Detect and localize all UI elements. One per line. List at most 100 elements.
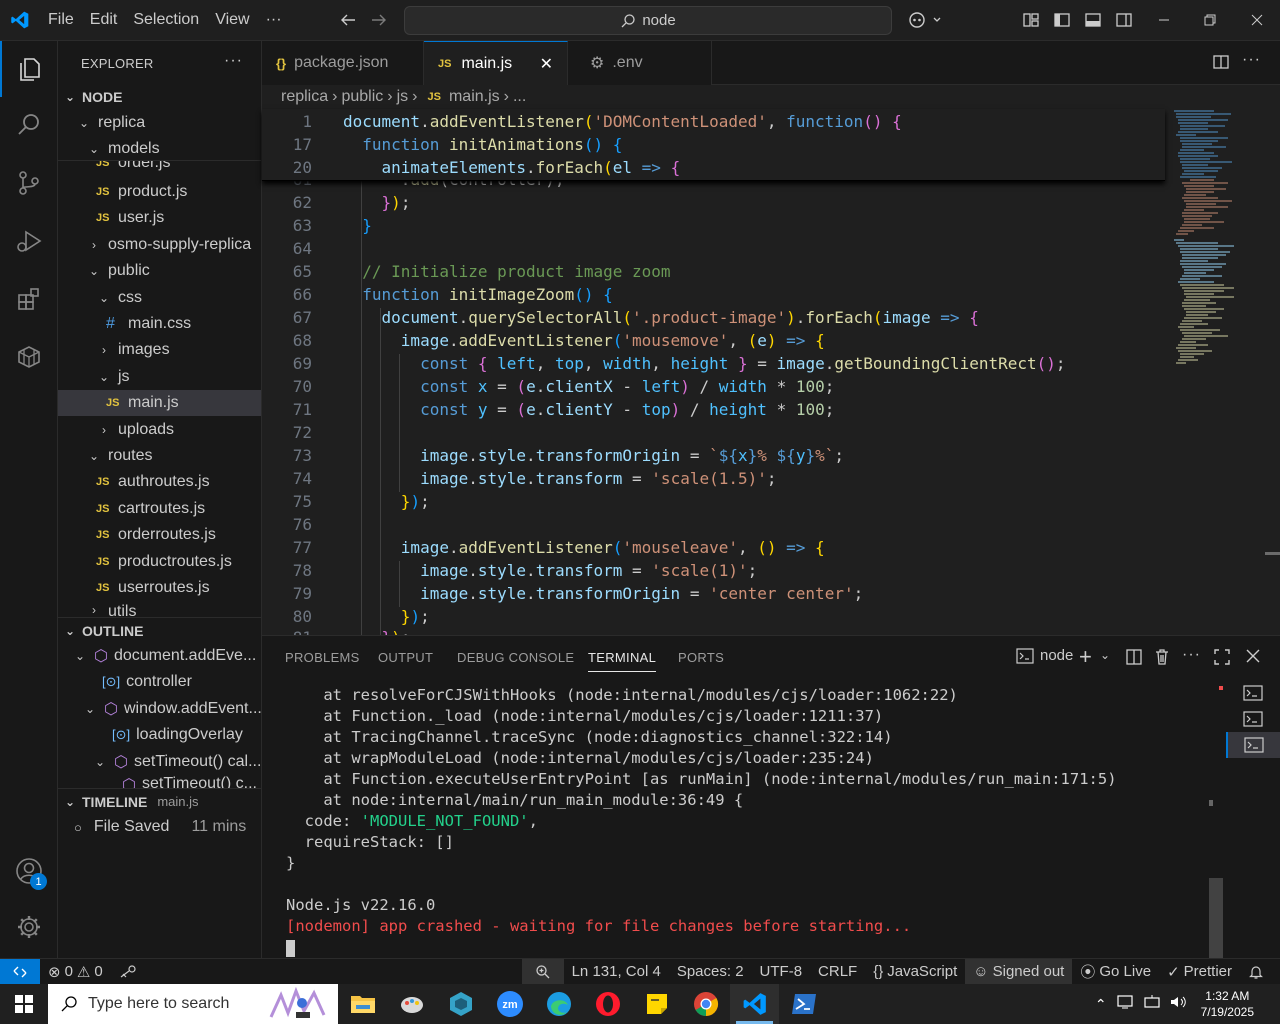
network-icon[interactable] <box>1113 994 1139 1014</box>
search-icon[interactable] <box>0 97 58 153</box>
ports-icon[interactable] <box>111 959 145 985</box>
app-hexagon-icon[interactable] <box>436 984 485 1024</box>
toggle-secondary-sidebar-icon[interactable] <box>1114 10 1134 30</box>
sticky-line[interactable]: function initAnimations() { <box>343 135 622 154</box>
tab-debug-console[interactable]: DEBUG CONSOLE <box>457 650 574 665</box>
indentation[interactable]: Spaces: 2 <box>669 959 752 985</box>
breadcrumb-item[interactable]: replica <box>281 88 328 106</box>
terminal-output[interactable]: at resolveForCJSWithHooks (node:internal… <box>262 684 1212 959</box>
toggle-primary-sidebar-icon[interactable] <box>1052 10 1072 30</box>
settings-gear-icon[interactable] <box>0 899 58 955</box>
zoom-icon[interactable] <box>521 958 564 985</box>
tree-file-authroutes-js[interactable]: JS authroutes.js <box>58 469 261 495</box>
close-panel-icon[interactable] <box>1245 648 1261 668</box>
tab-output[interactable]: OUTPUT <box>378 650 433 665</box>
toggle-panel-icon[interactable] <box>1083 10 1103 30</box>
forward-arrow-icon[interactable] <box>367 8 391 32</box>
remote-explorer-icon[interactable] <box>0 329 58 385</box>
taskbar-search-box[interactable]: Type here to search <box>48 984 338 1024</box>
remote-indicator-icon[interactable] <box>0 958 40 985</box>
tree-file-main-css[interactable]: # main.css <box>58 311 261 337</box>
notification-center-icon[interactable] <box>1264 984 1280 1024</box>
editor-more-icon[interactable]: ··· <box>1242 51 1261 69</box>
back-arrow-icon[interactable] <box>336 8 360 32</box>
maximize-panel-icon[interactable] <box>1213 648 1231 670</box>
minimize-icon[interactable] <box>1150 10 1178 30</box>
tree-folder-models[interactable]: ⌄ models <box>58 137 261 161</box>
tree-file-cartroutes-js[interactable]: JS cartroutes.js <box>58 496 261 522</box>
sticky-line[interactable]: animateElements.forEach(el => { <box>343 158 681 177</box>
outline-header[interactable]: ⌄ OUTLINE <box>58 617 261 643</box>
run-debug-icon[interactable] <box>0 213 58 269</box>
accounts-icon[interactable]: 1 <box>0 843 58 899</box>
tree-folder-css[interactable]: ⌄ css <box>58 285 261 311</box>
wifi-icon[interactable] <box>1139 994 1165 1014</box>
sticky-line[interactable]: document.addEventListener('DOMContentLoa… <box>343 112 902 131</box>
editor-scrollbar[interactable] <box>1265 109 1280 635</box>
outline-item[interactable]: [⊙] controller <box>58 669 261 695</box>
close-tab-icon[interactable]: ✕ <box>540 54 553 74</box>
chrome-browser-icon[interactable] <box>681 984 730 1024</box>
terminal-instance-icon[interactable] <box>1226 706 1280 732</box>
sticky-notes-icon[interactable] <box>632 984 681 1024</box>
extensions-icon[interactable] <box>0 271 58 327</box>
tree-folder-images[interactable]: › images <box>58 337 261 363</box>
tree-file-product-js[interactable]: JS product.js <box>58 179 261 205</box>
split-editor-icon[interactable] <box>1212 53 1232 73</box>
outline-item[interactable]: ⬡ setTimeout() c... <box>58 775 261 789</box>
explorer-icon[interactable] <box>0 41 58 97</box>
opera-browser-icon[interactable] <box>583 984 632 1024</box>
chevron-down-icon[interactable]: ⌄ <box>1100 648 1110 662</box>
terminal-selector[interactable]: node <box>1016 647 1073 664</box>
breadcrumb-item[interactable]: public <box>341 88 383 106</box>
tab-package-json[interactable]: {} package.json <box>262 41 424 85</box>
explorer-more-icon[interactable]: ··· <box>224 52 243 70</box>
tree-file-main-js[interactable]: JS main.js <box>58 390 261 416</box>
show-hidden-icons-chevron-icon[interactable]: ⌃ <box>1089 996 1113 1013</box>
source-control-icon[interactable] <box>0 155 58 211</box>
vscode-taskbar-icon[interactable] <box>730 984 779 1024</box>
tree-folder-osmo-supply-replica[interactable]: › osmo-supply-replica <box>58 232 261 258</box>
windows-start-icon[interactable] <box>0 984 48 1024</box>
customize-layout-icon[interactable] <box>1021 10 1041 30</box>
panel-more-icon[interactable]: ··· <box>1182 646 1201 664</box>
paint-app-icon[interactable] <box>387 984 436 1024</box>
scrollbar-thumb[interactable] <box>1209 878 1223 959</box>
menu-more[interactable]: ··· <box>258 0 290 41</box>
timeline-header[interactable]: ⌄ TIMELINE main.js <box>58 788 261 814</box>
breadcrumb-item[interactable]: ... <box>513 88 526 106</box>
terminal-scrollbar[interactable] <box>1209 684 1223 959</box>
notifications-bell-icon[interactable] <box>1240 959 1280 985</box>
problems-indicator[interactable]: ⊗ 0 ⚠ 0 <box>40 959 111 985</box>
line-ending[interactable]: CRLF <box>810 959 865 985</box>
menu-selection[interactable]: Selection <box>125 0 207 41</box>
clock[interactable]: 1:32 AM 7/19/2025 <box>1191 988 1264 1020</box>
tree-folder-public[interactable]: ⌄ public <box>58 258 261 284</box>
outline-item[interactable]: ⌄ ⬡ setTimeout() cal... <box>58 749 261 775</box>
tab-problems[interactable]: PROBLEMS <box>285 650 360 665</box>
menu-file[interactable]: File <box>40 0 82 41</box>
tab-main-js[interactable]: JS main.js ✕ <box>424 41 568 85</box>
powershell-icon[interactable] <box>779 984 828 1024</box>
new-terminal-icon[interactable]: + <box>1079 644 1092 670</box>
split-terminal-icon[interactable] <box>1125 648 1143 670</box>
copilot-icon[interactable] <box>905 8 945 32</box>
tab-terminal[interactable]: TERMINAL <box>588 650 657 672</box>
scrollbar-thumb[interactable] <box>1265 552 1280 555</box>
prettier-status[interactable]: ✓ Prettier <box>1159 959 1240 985</box>
terminal-instance-icon[interactable] <box>1226 680 1280 706</box>
encoding[interactable]: UTF-8 <box>752 959 811 985</box>
volume-icon[interactable] <box>1165 994 1191 1014</box>
menu-edit[interactable]: Edit <box>82 0 126 41</box>
terminal-instance-icon[interactable] <box>1226 732 1280 758</box>
zoom-app-icon[interactable]: zm <box>485 984 534 1024</box>
edge-browser-icon[interactable] <box>534 984 583 1024</box>
timeline-entry[interactable]: ○ File Saved 11 mins <box>58 814 261 840</box>
trash-icon[interactable] <box>1153 648 1171 670</box>
tree-file-user-js[interactable]: JS user.js <box>58 205 261 231</box>
outline-item[interactable]: ⌄ ⬡ window.addEvent... <box>58 696 261 722</box>
breadcrumb-item[interactable]: js <box>397 88 409 106</box>
tree-file-orderroutes-js[interactable]: JS orderroutes.js <box>58 522 261 548</box>
minimap[interactable] <box>1170 109 1265 635</box>
code-editor[interactable]: 61 .add(controller); 62 }); 63 } 64 65 /… <box>262 109 1170 635</box>
